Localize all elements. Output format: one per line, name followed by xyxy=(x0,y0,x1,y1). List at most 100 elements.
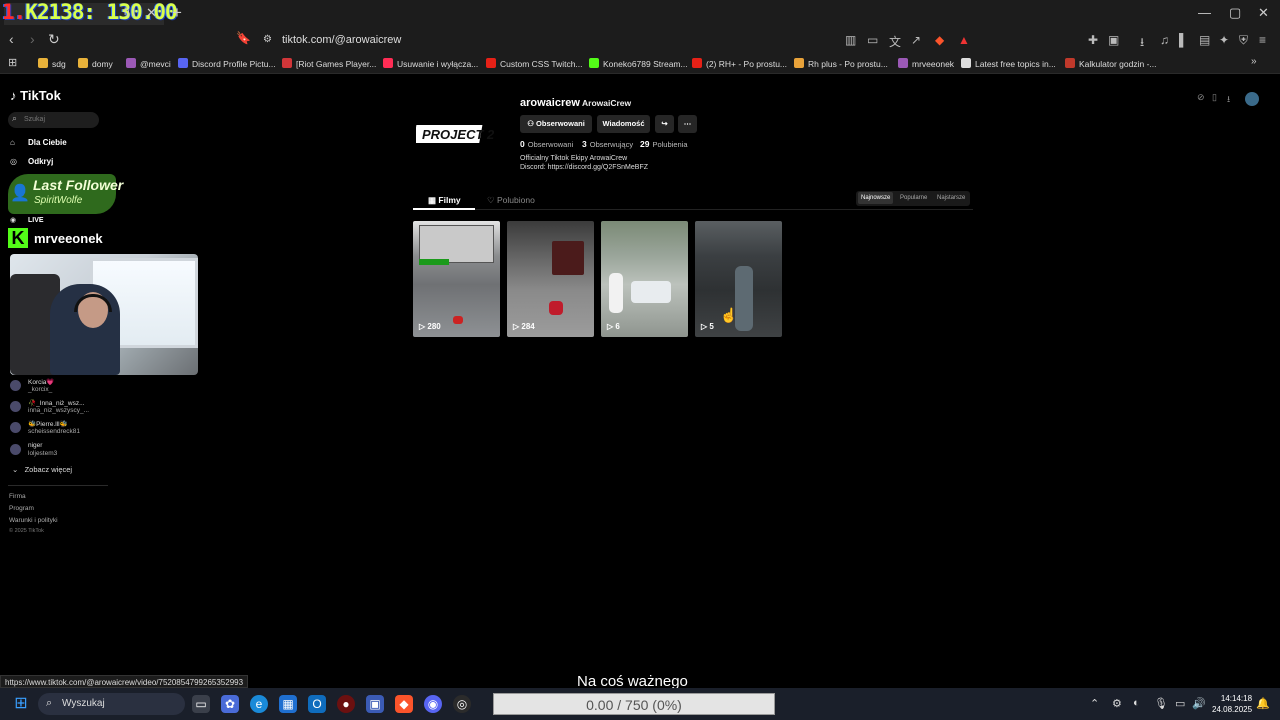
video-thumbnail[interactable]: ▷ 6 xyxy=(601,221,688,337)
more-options-icon[interactable]: ⋯ xyxy=(678,115,697,133)
cast-icon[interactable]: ▭ xyxy=(867,33,878,47)
vpn-icon[interactable]: ⛨ xyxy=(1239,33,1248,48)
following-button[interactable]: ⚇ Obserwowani xyxy=(520,115,592,133)
edge-icon[interactable]: e xyxy=(250,695,268,713)
sort-oldest[interactable]: Najstarsze xyxy=(937,195,965,201)
windows-start-icon[interactable]: ⊞ xyxy=(12,695,30,713)
bookmark-item[interactable]: sdg xyxy=(38,58,66,69)
tiktok-logo[interactable]: ♪ TikTok xyxy=(10,88,61,103)
tab-search-icon[interactable]: ▣ xyxy=(1108,33,1119,47)
video-thumbnail[interactable]: ▷ 280 xyxy=(413,221,500,337)
bookmark-icon[interactable]: 🔖 xyxy=(236,31,251,45)
reader-icon[interactable]: ▥ xyxy=(845,33,856,47)
tray-app-icon[interactable]: ⚙ xyxy=(1112,697,1122,710)
bookmark-item[interactable]: Rh plus - Po prostu... xyxy=(794,58,888,69)
app-icon-blue[interactable]: ▣ xyxy=(366,695,384,713)
back-icon[interactable]: ‹ xyxy=(9,31,14,47)
sidebar-item-for-you[interactable]: ⌂ Dla Ciebie xyxy=(10,138,67,147)
footer-company[interactable]: Firma xyxy=(9,493,26,500)
share-icon[interactable]: ↗ xyxy=(911,33,921,47)
sort-popular[interactable]: Popularne xyxy=(900,195,927,201)
see-more-label: Zobacz więcej xyxy=(24,465,73,474)
goal-progress-bar: 0.00 / 750 (0%) xyxy=(493,693,775,715)
see-more-button[interactable]: ⌄ Zobacz więcej xyxy=(12,465,72,474)
following-list-item[interactable]: Korcia💗 _korcix_ xyxy=(10,378,105,396)
message-button[interactable]: Wiadomość xyxy=(597,115,650,133)
sidebar-icon[interactable]: ▌ xyxy=(1179,33,1188,47)
wallet-icon[interactable]: ▤ xyxy=(1199,33,1210,47)
bookmark-item[interactable]: Latest free topics in... xyxy=(961,58,1056,69)
task-view-icon[interactable]: ▭ xyxy=(192,695,210,713)
extensions-icon[interactable]: ✚ xyxy=(1088,33,1098,47)
video-thumbnail[interactable]: ▷ 284 xyxy=(507,221,594,337)
bookmark-item[interactable]: Custom CSS Twitch... xyxy=(486,58,583,69)
volume-icon[interactable]: 🔊 xyxy=(1192,697,1206,710)
download-app-icon[interactable]: ⭳ xyxy=(1227,92,1230,108)
microphone-icon[interactable]: 🎙 xyxy=(1154,697,1168,710)
stat-followers[interactable]: 3 Obserwujący xyxy=(582,139,633,149)
media-icon[interactable]: ♫ xyxy=(1160,33,1169,47)
tab-videos[interactable]: ▦ Filmy xyxy=(428,195,461,206)
video-thumbnail[interactable]: ▷ 5 xyxy=(695,221,782,337)
following-list-item[interactable]: 🐝Pierre.lll🐝 scheissendreck81 xyxy=(10,420,105,438)
brave-rewards-icon[interactable]: ▲ xyxy=(958,33,970,47)
block-icon[interactable]: ⊘ xyxy=(1197,92,1205,103)
translate-icon[interactable]: 文 xyxy=(889,33,901,50)
profile-discord-link[interactable]: Discord: https://discord.gg/Q2FSnMeBFZ xyxy=(520,164,648,171)
copilot-icon[interactable]: ✿ xyxy=(221,695,239,713)
reload-icon[interactable]: ↻ xyxy=(48,31,60,48)
bookmark-item[interactable]: mrveeonek xyxy=(898,58,954,69)
sidebar-item-explore[interactable]: ◎ Odkryj xyxy=(10,157,53,166)
chevron-down-icon: ⌄ xyxy=(12,465,19,474)
bookmark-item[interactable]: (2) RH+ - Po prostu... xyxy=(692,58,787,69)
close-window-button[interactable]: ✕ xyxy=(1258,5,1269,21)
download-icon[interactable]: ⭳ xyxy=(1140,33,1144,54)
bookmark-item[interactable]: [Riot Games Player... xyxy=(282,58,376,69)
minimize-button[interactable]: — xyxy=(1198,5,1211,20)
bookmark-label: Rh plus - Po prostu... xyxy=(808,59,888,69)
network-icon[interactable]: ▭ xyxy=(1175,697,1185,710)
bookmark-item[interactable]: Koneko6789 Stream... xyxy=(589,58,688,69)
leo-icon[interactable]: ✦ xyxy=(1219,33,1229,47)
more-bookmarks-icon[interactable]: » xyxy=(1251,56,1257,67)
taskbar-search[interactable]: Wyszukaj xyxy=(38,693,185,715)
bookmark-item[interactable]: Kalkulator godzin -... xyxy=(1065,58,1156,69)
bookmark-item[interactable]: @mevci xyxy=(126,58,171,69)
obs-taskbar-icon[interactable]: ◎ xyxy=(453,695,471,713)
device-icon[interactable]: ▯ xyxy=(1212,92,1217,103)
footer-program[interactable]: Program xyxy=(9,505,34,512)
apps-icon[interactable]: ⊞ xyxy=(8,56,17,69)
sidebar-item-live[interactable]: ◉ LIVE xyxy=(10,216,44,224)
stat-following[interactable]: 0 Obserwowani xyxy=(520,139,573,149)
bookmark-item[interactable]: Usuwanie i wyłącza... xyxy=(383,58,478,69)
store-icon[interactable]: ▦ xyxy=(279,695,297,713)
taskbar-clock[interactable]: 14:14:18 24.08.2025 xyxy=(1212,693,1252,715)
bookmark-item[interactable]: Discord Profile Pictu... xyxy=(178,58,276,69)
menu-icon[interactable]: ≡ xyxy=(1259,33,1266,47)
tray-chevron-icon[interactable]: ⌃ xyxy=(1090,697,1099,710)
outlook-icon[interactable]: O xyxy=(308,695,326,713)
discord-taskbar-icon[interactable]: ◉ xyxy=(424,695,442,713)
app-icon-red[interactable]: ● xyxy=(337,695,355,713)
brave-taskbar-icon[interactable]: ◆ xyxy=(395,695,413,713)
maximize-button[interactable]: ▢ xyxy=(1229,5,1241,21)
bookmark-item[interactable]: domy xyxy=(78,58,113,69)
share-profile-icon[interactable]: ↪ xyxy=(655,115,674,133)
following-list-item[interactable]: 🥀_Inna_niż_wsz... inna_niz_wszyscy_... xyxy=(10,399,105,417)
brave-shield-icon[interactable]: ◆ xyxy=(935,33,944,47)
footer-terms[interactable]: Warunki i polityki xyxy=(9,517,58,524)
forward-icon[interactable]: › xyxy=(30,31,35,47)
user-avatar[interactable] xyxy=(1245,92,1259,106)
notifications-icon[interactable]: 🔔 xyxy=(1256,697,1270,710)
sort-newest[interactable]: Najnowsze xyxy=(858,192,894,204)
bookmark-label: Kalkulator godzin -... xyxy=(1079,59,1157,69)
tab-close-icon[interactable]: ✕ xyxy=(146,5,157,21)
following-list-item[interactable]: niger loljestem3 xyxy=(10,442,105,460)
search-input[interactable]: Szukaj xyxy=(8,112,99,128)
tiktok-note-icon: ♪ xyxy=(10,88,17,103)
new-tab-button[interactable]: + xyxy=(172,3,182,23)
tray-discord-icon[interactable]: ◐ xyxy=(1133,697,1140,709)
tab-liked[interactable]: ♡ Polubiono xyxy=(487,195,535,206)
site-info-icon[interactable]: ⚙ xyxy=(263,34,272,45)
address-bar[interactable]: tiktok.com/@arowaicrew xyxy=(282,34,401,46)
